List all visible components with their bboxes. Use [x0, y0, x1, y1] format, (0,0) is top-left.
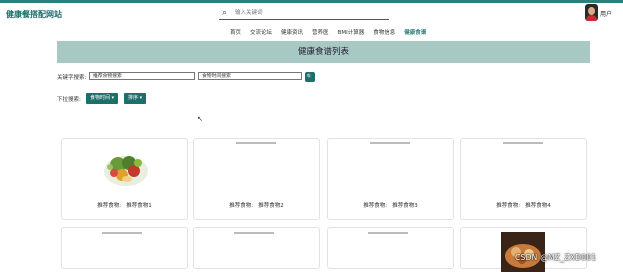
page-title: 健康食谱列表	[57, 41, 590, 63]
food-image	[501, 232, 545, 272]
keyword-search-label: 关键字搜索:	[57, 75, 87, 81]
nav-item-forum[interactable]: 交流论坛	[250, 28, 272, 38]
sort-dropdown-label: 排序	[128, 95, 139, 101]
watermark: CSDN @MZ_ZXD001	[515, 253, 597, 262]
search-button[interactable]: 🔍	[305, 72, 315, 82]
recipe-card[interactable]: 推荐食物: 推荐食物1	[61, 138, 188, 220]
image-placeholder	[503, 142, 543, 144]
nav-item-bmi[interactable]: BMI计算器	[338, 28, 365, 38]
search-icon: 🔍	[306, 74, 314, 80]
sort-dropdown[interactable]: 排序 ▾	[124, 93, 147, 104]
image-placeholder	[234, 232, 274, 234]
nav-item-food-info[interactable]: 食物信息	[373, 28, 395, 38]
nav-item-recipes[interactable]: 健康食谱	[404, 28, 426, 38]
image-placeholder	[236, 142, 276, 144]
avatar[interactable]	[585, 4, 598, 21]
nav-item-nutritionist[interactable]: 营养医	[312, 28, 329, 38]
user-menu-label[interactable]: 用户	[600, 9, 612, 18]
recipe-card[interactable]: 推荐食物: 推荐食物2	[193, 138, 320, 220]
recipe-card[interactable]: 推荐食物: 推荐食物3	[327, 138, 454, 220]
mouse-cursor-icon: ↖	[197, 115, 203, 123]
search-icon[interactable]: ⌕	[222, 7, 227, 19]
food-image	[104, 156, 148, 186]
recommended-food-field[interactable]: 推荐食物搜索	[89, 72, 195, 80]
nav-item-home[interactable]: 首页	[230, 28, 241, 38]
recipe-card-caption: 推荐食物: 推荐食物2	[229, 203, 284, 209]
nav-item-news[interactable]: 健康资讯	[281, 28, 303, 38]
recipe-card[interactable]	[193, 227, 320, 269]
dropdown-search-label: 下拉搜索:	[57, 97, 81, 103]
top-accent-line	[0, 0, 623, 3]
recipe-card-caption: 推荐食物: 推荐食物3	[363, 203, 418, 209]
header-search[interactable]: ⌕	[219, 7, 389, 20]
food-time-dropdown-label: 食物时间	[90, 95, 111, 101]
recipe-card-caption: 推荐食物: 推荐食物1	[97, 203, 152, 209]
recipe-card[interactable]	[61, 227, 188, 269]
food-time-dropdown[interactable]: 食物时间 ▾	[86, 93, 119, 104]
recipe-card[interactable]: 推荐食物: 推荐食物4	[460, 138, 587, 220]
food-time-field[interactable]: 食物时间搜索	[198, 72, 302, 80]
main-nav: 首页 交流论坛 健康资讯 营养医 BMI计算器 食物信息 健康食谱	[230, 28, 426, 38]
recipe-card-caption: 推荐食物: 推荐食物4	[496, 203, 551, 209]
image-placeholder	[370, 142, 410, 144]
image-placeholder	[368, 232, 408, 234]
site-brand[interactable]: 健康餐搭配网站	[6, 9, 62, 20]
recipe-card[interactable]	[460, 227, 587, 272]
search-input[interactable]	[235, 7, 385, 19]
recipe-card[interactable]	[327, 227, 454, 269]
image-placeholder	[102, 232, 142, 234]
